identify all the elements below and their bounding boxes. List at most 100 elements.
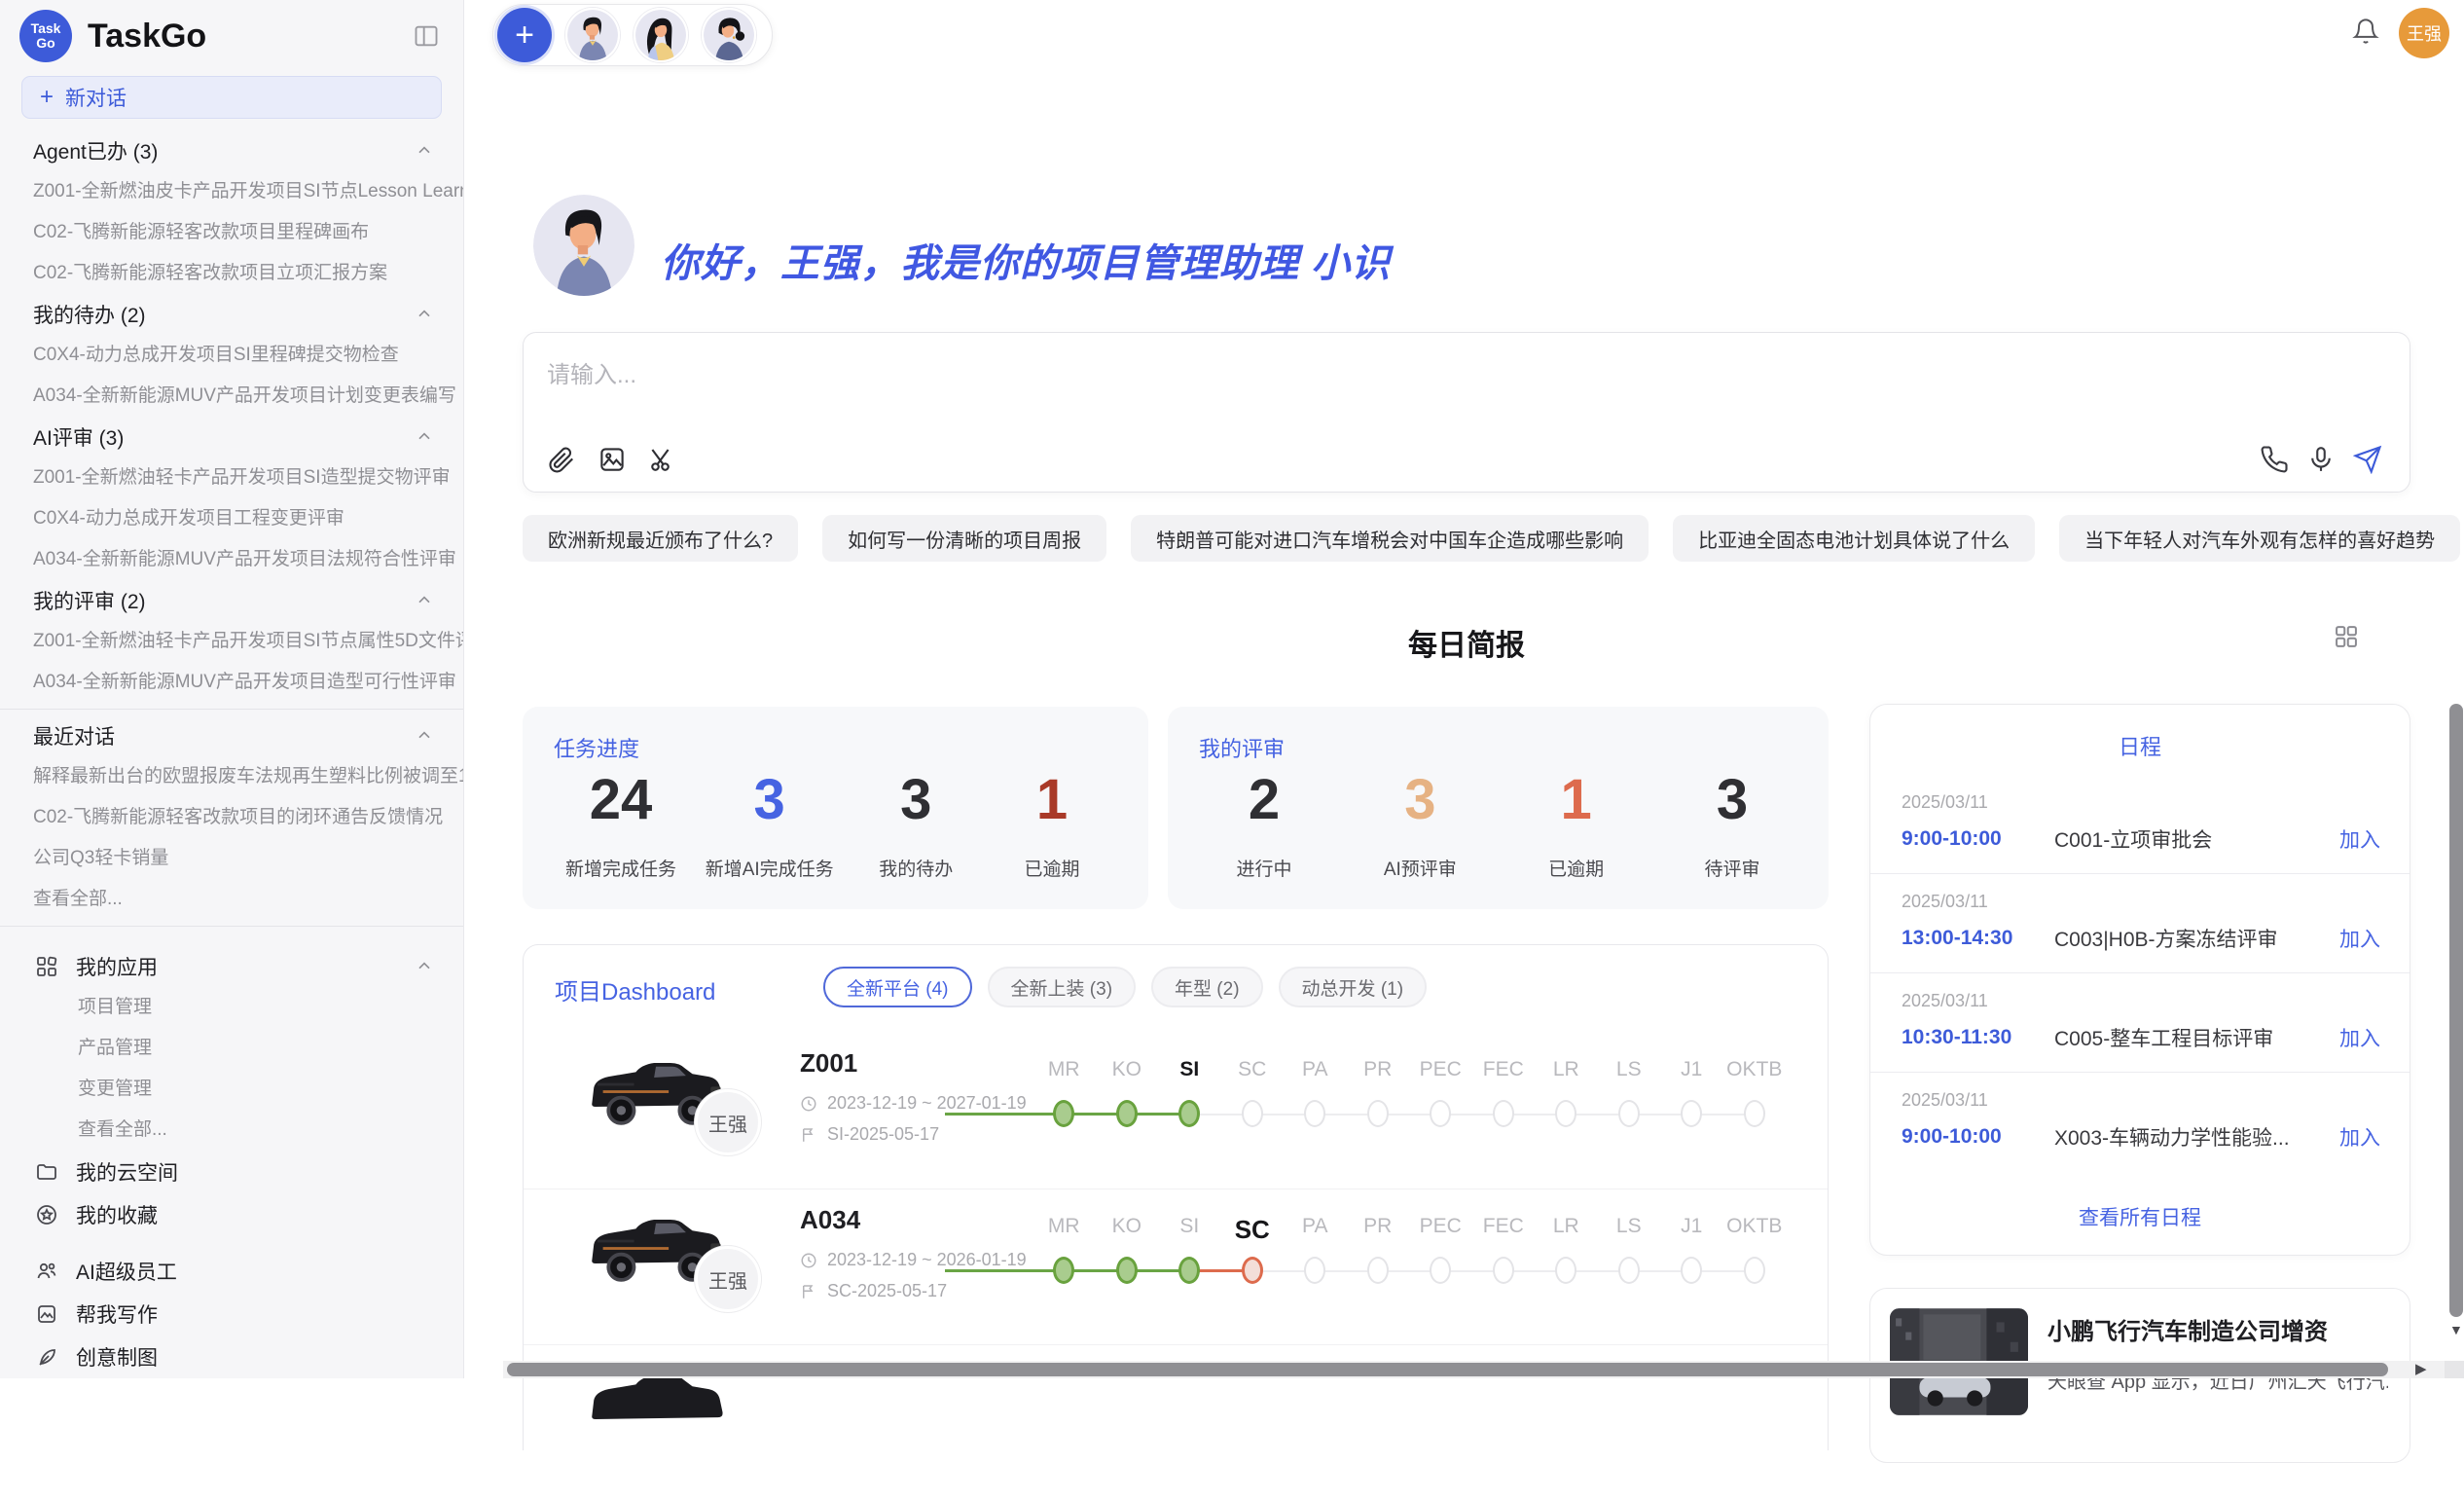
sidebar-item-cloud-space[interactable]: 我的云空间	[0, 1151, 463, 1193]
session-avatar[interactable]	[634, 8, 688, 62]
scroll-right-arrow-icon[interactable]: ▶	[2415, 1360, 2427, 1377]
section-header-my-todo[interactable]: 我的待办 (2)	[0, 294, 463, 335]
milestone-node-overdue	[1242, 1257, 1263, 1284]
sidebar-item[interactable]: C02-飞腾新能源轻客改款项目立项汇报方案	[0, 253, 463, 294]
sidebar-item[interactable]: Z001-全新燃油轻卡产品开发项目SI造型提交物评审	[0, 457, 463, 498]
sidebar: Task Go TaskGo + 新对话 Agent已办 (3) Z001-全新…	[0, 0, 464, 1378]
sidebar-item[interactable]: C0X4-动力总成开发项目工程变更评审	[0, 498, 463, 539]
divider	[0, 709, 463, 710]
sidebar-item[interactable]: A034-全新新能源MUV产品开发项目计划变更表编写	[0, 376, 463, 417]
send-icon[interactable]	[2353, 445, 2382, 474]
chat-input[interactable]	[547, 354, 1909, 397]
sidebar-item-creative-draw[interactable]: 创意制图	[0, 1335, 463, 1378]
recent-view-all[interactable]: 查看全部...	[0, 879, 463, 920]
milestone-timeline: MR KO SI SC PA PR PEC FEC LR LS J1 OKTB	[1033, 1189, 1787, 1316]
app-title: TaskGo	[88, 18, 206, 55]
event-date: 2025/03/11	[1902, 1090, 2380, 1111]
join-link[interactable]: 加入	[2339, 824, 2380, 854]
milestone-label: J1	[1660, 1058, 1723, 1081]
milestone-node	[1681, 1100, 1702, 1127]
sidebar-item[interactable]: Z001-全新燃油轻卡产品开发项目SI节点属性5D文件评审	[0, 621, 463, 662]
join-link[interactable]: 加入	[2339, 1122, 2380, 1152]
section-header-my-review[interactable]: 我的评审 (2)	[0, 580, 463, 621]
suggestion-chip[interactable]: 当下年轻人对汽车外观有怎样的喜好趋势	[2059, 515, 2460, 562]
recent-chat-item[interactable]: 公司Q3轻卡销量	[0, 838, 463, 879]
milestone-label: PA	[1284, 1215, 1347, 1245]
session-avatar[interactable]	[702, 8, 756, 62]
sidebar-collapse-icon[interactable]	[413, 22, 440, 50]
milestone-node-done	[1116, 1257, 1138, 1284]
sidebar-item-product-mgmt[interactable]: 产品管理	[0, 1028, 463, 1069]
suggestion-chip[interactable]: 如何写一份清晰的项目周报	[822, 515, 1106, 562]
section-header-agent-done[interactable]: Agent已办 (3)	[0, 130, 463, 171]
milestone-node	[1744, 1100, 1765, 1127]
user-avatar[interactable]: 王强	[2399, 8, 2449, 58]
add-session-button[interactable]: +	[497, 8, 552, 62]
microphone-icon[interactable]	[2306, 445, 2336, 474]
new-chat-button[interactable]: + 新对话	[21, 76, 442, 119]
project-row[interactable]: 王强 A034 2023-12-19 ~ 2026-01-19 SC-2025-…	[524, 1189, 1828, 1344]
sidebar-item-change-mgmt[interactable]: 变更管理	[0, 1069, 463, 1110]
owner-badge: 王强	[695, 1246, 761, 1312]
milestone-label: J1	[1660, 1215, 1723, 1245]
sidebar-item-favorites[interactable]: 我的收藏	[0, 1193, 463, 1236]
sidebar-item[interactable]: C02-飞腾新能源轻客改款项目里程碑画布	[0, 212, 463, 253]
project-row[interactable]: 王强 Z001 2023-12-19 ~ 2027-01-19 SI-2025-…	[524, 1033, 1828, 1189]
layout-grid-icon[interactable]	[2333, 623, 2360, 650]
milestone-label: LS	[1598, 1058, 1661, 1081]
suggestion-chip[interactable]: 特朗普可能对进口汽车增税会对中国车企造成哪些影响	[1131, 515, 1649, 562]
phone-icon[interactable]	[2260, 445, 2289, 474]
section-header-ai-review[interactable]: AI评审 (3)	[0, 417, 463, 457]
stat: 3 AI预评审	[1366, 769, 1473, 881]
milestone-label: MR	[1033, 1058, 1096, 1081]
milestone-label: LR	[1535, 1058, 1598, 1081]
join-link[interactable]: 加入	[2339, 924, 2380, 953]
chevron-up-icon	[415, 427, 434, 447]
schedule-event: 2025/03/11 10:30-11:30 C005-整车工程目标评审 加入	[1870, 973, 2410, 1073]
milestone-label: OKTB	[1723, 1058, 1787, 1081]
project-code: A034	[800, 1205, 860, 1235]
sidebar-item-project-mgmt[interactable]: 项目管理	[0, 987, 463, 1028]
sidebar-item[interactable]: Z001-全新燃油皮卡产品开发项目SI节点Lesson Learn报告	[0, 171, 463, 212]
scissors-icon[interactable]	[648, 445, 677, 474]
milestone-label: LS	[1598, 1215, 1661, 1245]
sidebar-item[interactable]: A034-全新新能源MUV产品开发项目法规符合性评审	[0, 539, 463, 580]
filter-chip[interactable]: 全新平台 (4)	[823, 967, 972, 1007]
flag-icon	[800, 1283, 817, 1300]
milestone-label: SI	[1158, 1215, 1221, 1245]
suggestion-chip[interactable]: 比亚迪全固态电池计划具体说了什么	[1673, 515, 2035, 562]
stat: 3 待评审	[1679, 769, 1786, 881]
apps-view-all[interactable]: 查看全部...	[0, 1110, 463, 1151]
sidebar-item-help-write[interactable]: 帮我写作	[0, 1293, 463, 1335]
sidebar-item-ai-employee[interactable]: AI超级员工	[0, 1250, 463, 1293]
paperclip-icon[interactable]	[547, 445, 576, 474]
milestone-node	[1555, 1100, 1576, 1127]
sidebar-item-my-apps[interactable]: 我的应用	[0, 946, 463, 987]
scroll-down-arrow-icon[interactable]: ▼	[2449, 1322, 2463, 1337]
chevron-up-icon	[415, 726, 434, 746]
horizontal-scrollbar-thumb[interactable]	[507, 1363, 2388, 1376]
divider	[0, 926, 463, 927]
milestone-node	[1618, 1257, 1640, 1284]
join-link[interactable]: 加入	[2339, 1023, 2380, 1052]
session-pill: +	[492, 4, 773, 66]
milestone-node-done	[1053, 1100, 1074, 1127]
sidebar-item[interactable]: C0X4-动力总成开发项目SI里程碑提交物检查	[0, 335, 463, 376]
filter-chip[interactable]: 全新上装 (3)	[988, 967, 1137, 1007]
greeting-text: 你好，王强，我是你的项目管理助理 小识	[661, 232, 1391, 288]
session-avatar[interactable]	[565, 8, 620, 62]
event-name: C003|H0B-方案冻结评审	[2054, 924, 2339, 953]
recent-chat-item[interactable]: 解释最新出台的欧盟报废车法规再生塑料比例被调至15%...	[0, 756, 463, 797]
image-icon[interactable]	[598, 445, 627, 474]
vertical-scrollbar-thumb[interactable]	[2449, 704, 2463, 1317]
section-header-recent[interactable]: 最近对话	[0, 715, 463, 756]
suggestion-chip[interactable]: 欧洲新规最近颁布了什么?	[523, 515, 798, 562]
filter-chip[interactable]: 动总开发 (1)	[1279, 967, 1428, 1007]
notification-bell-icon[interactable]	[2352, 18, 2379, 45]
recent-chat-item[interactable]: C02-飞腾新能源轻客改款项目的闭环通告反馈情况	[0, 797, 463, 838]
filter-chip[interactable]: 年型 (2)	[1151, 967, 1263, 1007]
horizontal-scrollbar[interactable]: ▶	[503, 1361, 2464, 1378]
view-all-schedule-link[interactable]: 查看所有日程	[1870, 1202, 2410, 1231]
milestone-node	[1493, 1257, 1514, 1284]
sidebar-item[interactable]: A034-全新新能源MUV产品开发项目造型可行性评审	[0, 662, 463, 703]
